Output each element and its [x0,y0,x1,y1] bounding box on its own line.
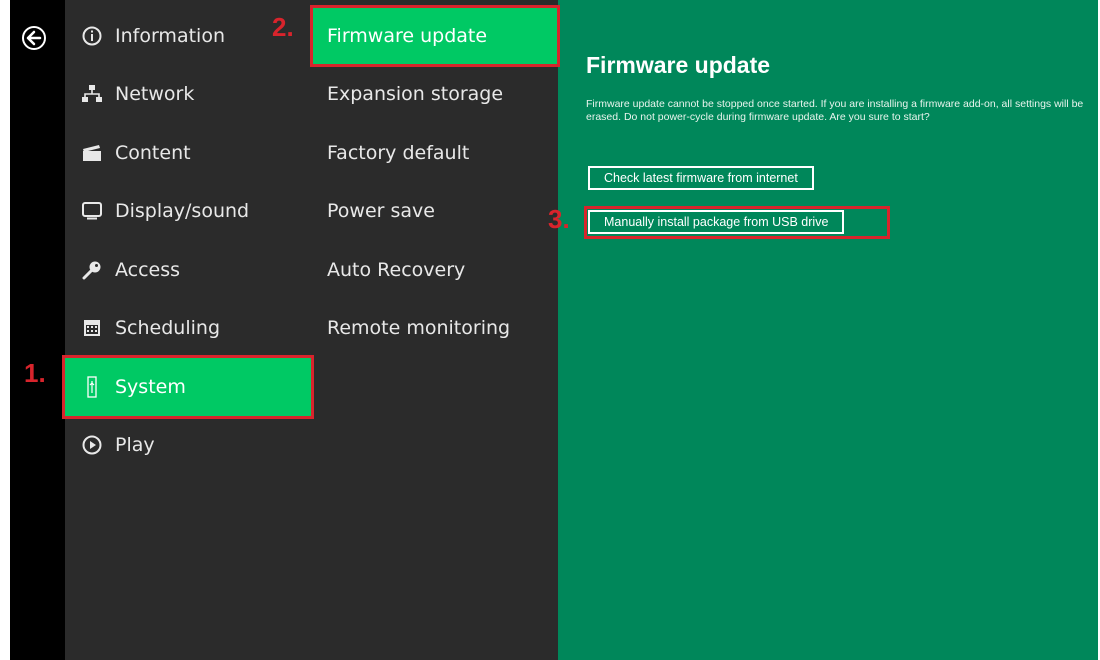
menu-item-scheduling[interactable]: Scheduling [65,299,313,357]
sub-item-remote-monitoring[interactable]: Remote monitoring [313,299,558,357]
sub-item-expansion-storage[interactable]: Expansion storage [313,65,558,123]
menu-item-system[interactable]: System [65,358,313,416]
app-window: Information Network Content Display/soun… [10,0,1098,660]
info-icon [81,25,103,47]
sub-item-label: Factory default [327,142,470,164]
sub-menu: Firmware update Expansion storage Factor… [313,0,558,660]
menu-item-label: Play [115,434,155,456]
usb-icon [81,376,103,398]
sub-item-label: Firmware update [327,25,488,47]
check-firmware-internet-button[interactable]: Check latest firmware from internet [588,166,814,190]
menu-item-content[interactable]: Content [65,124,313,182]
calendar-icon [81,317,103,339]
menu-item-label: Display/sound [115,200,250,222]
page-title: Firmware update [586,52,771,78]
sub-item-label: Power save [327,200,435,222]
play-icon [81,434,103,456]
sub-item-firmware-update[interactable]: Firmware update [313,7,558,65]
warning-text: Firmware update cannot be stopped once s… [586,98,1084,123]
key-icon [81,259,103,281]
main-menu: Information Network Content Display/soun… [65,0,313,660]
menu-item-label: System [115,376,186,398]
menu-item-label: Scheduling [115,317,221,339]
sub-item-factory-default[interactable]: Factory default [313,124,558,182]
clapperboard-icon [81,142,103,164]
menu-item-label: Information [115,25,225,47]
content-panel: Firmware update Firmware update cannot b… [558,0,1098,660]
sub-item-power-save[interactable]: Power save [313,182,558,240]
menu-item-network[interactable]: Network [65,65,313,123]
menu-item-access[interactable]: Access [65,241,313,299]
menu-item-display-sound[interactable]: Display/sound [65,182,313,240]
install-usb-package-button[interactable]: Manually install package from USB drive [588,210,845,234]
menu-item-label: Content [115,142,191,164]
menu-item-label: Network [115,83,195,105]
step-3-label: 3. [548,204,570,234]
sub-item-auto-recovery[interactable]: Auto Recovery [313,241,558,299]
back-arrow-icon[interactable] [22,26,46,50]
sub-item-label: Remote monitoring [327,317,511,339]
sub-item-label: Expansion storage [327,83,504,105]
menu-item-label: Access [115,259,181,281]
network-icon [81,83,103,105]
menu-item-play[interactable]: Play [65,416,313,474]
step-2-label: 2. [272,12,294,42]
back-strip [10,0,65,660]
sub-item-label: Auto Recovery [327,259,466,281]
step-1-label: 1. [24,358,46,388]
monitor-icon [81,200,103,222]
